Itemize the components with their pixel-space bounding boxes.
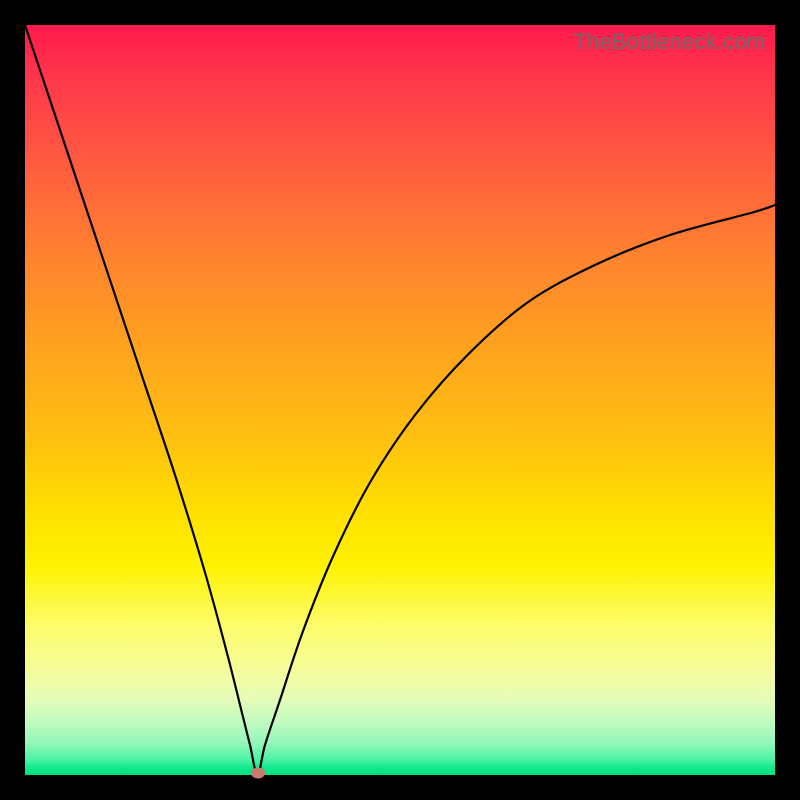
chart-frame: TheBottleneck.com [0,0,800,800]
bottleneck-curve [25,25,775,775]
optimal-point-marker [251,768,265,779]
plot-area: TheBottleneck.com [25,25,775,775]
